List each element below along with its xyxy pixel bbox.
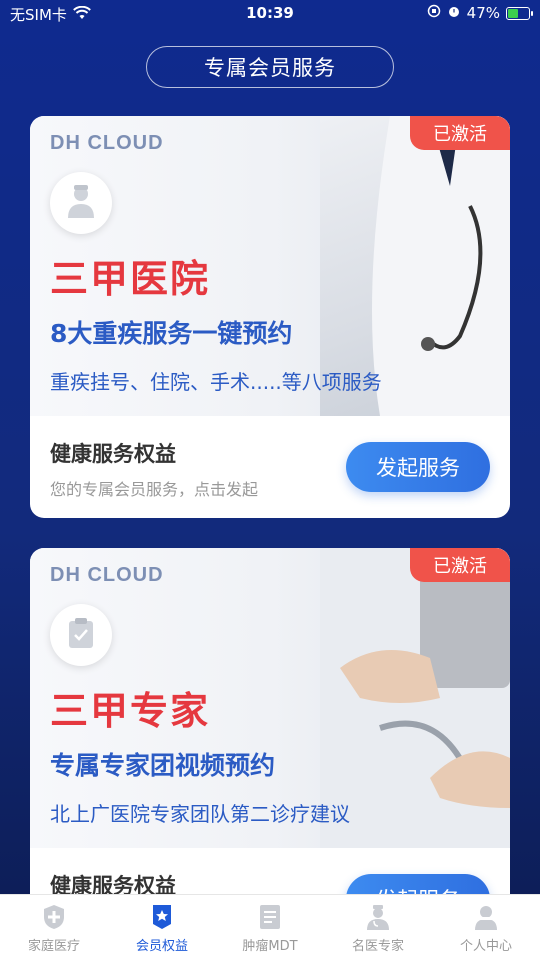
battery-percent: 47% [466, 4, 500, 22]
card-description: 北上广医院专家团队第二诊疗建议 [50, 802, 350, 826]
card-footer-subtitle: 您的专属会员服务，点击发起 [50, 480, 259, 499]
status-right: 47% [427, 4, 533, 22]
doctor-icon [364, 903, 392, 931]
tab-label: 家庭医疗 [27, 939, 80, 954]
bottom-tab-bar: 家庭医疗 会员权益 肿瘤MDT 名医专家 个人中心 [0, 894, 540, 961]
tab-family-care[interactable]: 家庭医疗 [0, 895, 108, 961]
tab-label: 个人中心 [459, 939, 512, 954]
document-icon [256, 903, 284, 931]
tab-label: 肿瘤MDT [242, 939, 298, 954]
avatar [50, 172, 112, 234]
start-service-button[interactable]: 发起服务 [346, 442, 490, 492]
tab-label: 名医专家 [351, 939, 404, 954]
avatar [50, 604, 112, 666]
status-bar: 无SIM卡 10:39 47% [0, 0, 540, 28]
clipboard-icon [67, 617, 95, 653]
service-card-expert[interactable]: DH CLOUD 已激活 三甲专家 专属专家团视频预约 北上广医院专家团队第二诊… [30, 548, 510, 908]
doctor-avatar-icon [66, 184, 96, 222]
service-card-hospital[interactable]: DH CLOUD 已激活 三甲医院 8大重疾服务一键预约 重疾挂号、住院、手术.… [30, 116, 510, 518]
alarm-icon [447, 4, 461, 22]
tab-label: 会员权益 [135, 939, 188, 954]
shield-plus-icon [40, 903, 68, 931]
card-description: 重疾挂号、住院、手术.....等八项服务 [50, 370, 382, 394]
tab-famous-doctors[interactable]: 名医专家 [324, 895, 432, 961]
star-badge-icon [148, 903, 176, 931]
tab-member-benefits[interactable]: 会员权益 [108, 895, 216, 961]
person-icon [472, 903, 500, 931]
card-subtitle: 8大重疾服务一键预约 [50, 319, 293, 348]
card-title: 三甲专家 [50, 689, 211, 733]
status-badge: 已激活 [410, 548, 510, 582]
status-badge: 已激活 [410, 116, 510, 150]
card-subtitle: 专属专家团视频预约 [50, 751, 276, 780]
card-footer-title: 健康服务权益 [50, 442, 176, 466]
battery-icon [506, 6, 533, 20]
orientation-lock-icon [427, 4, 441, 22]
brand-logo: DH CLOUD [50, 132, 164, 154]
brand-logo: DH CLOUD [50, 564, 164, 586]
card-title: 三甲医院 [50, 257, 211, 301]
tab-profile[interactable]: 个人中心 [432, 895, 540, 961]
tab-tumor-mdt[interactable]: 肿瘤MDT [216, 895, 324, 961]
page-title: 专属会员服务 [146, 46, 394, 88]
